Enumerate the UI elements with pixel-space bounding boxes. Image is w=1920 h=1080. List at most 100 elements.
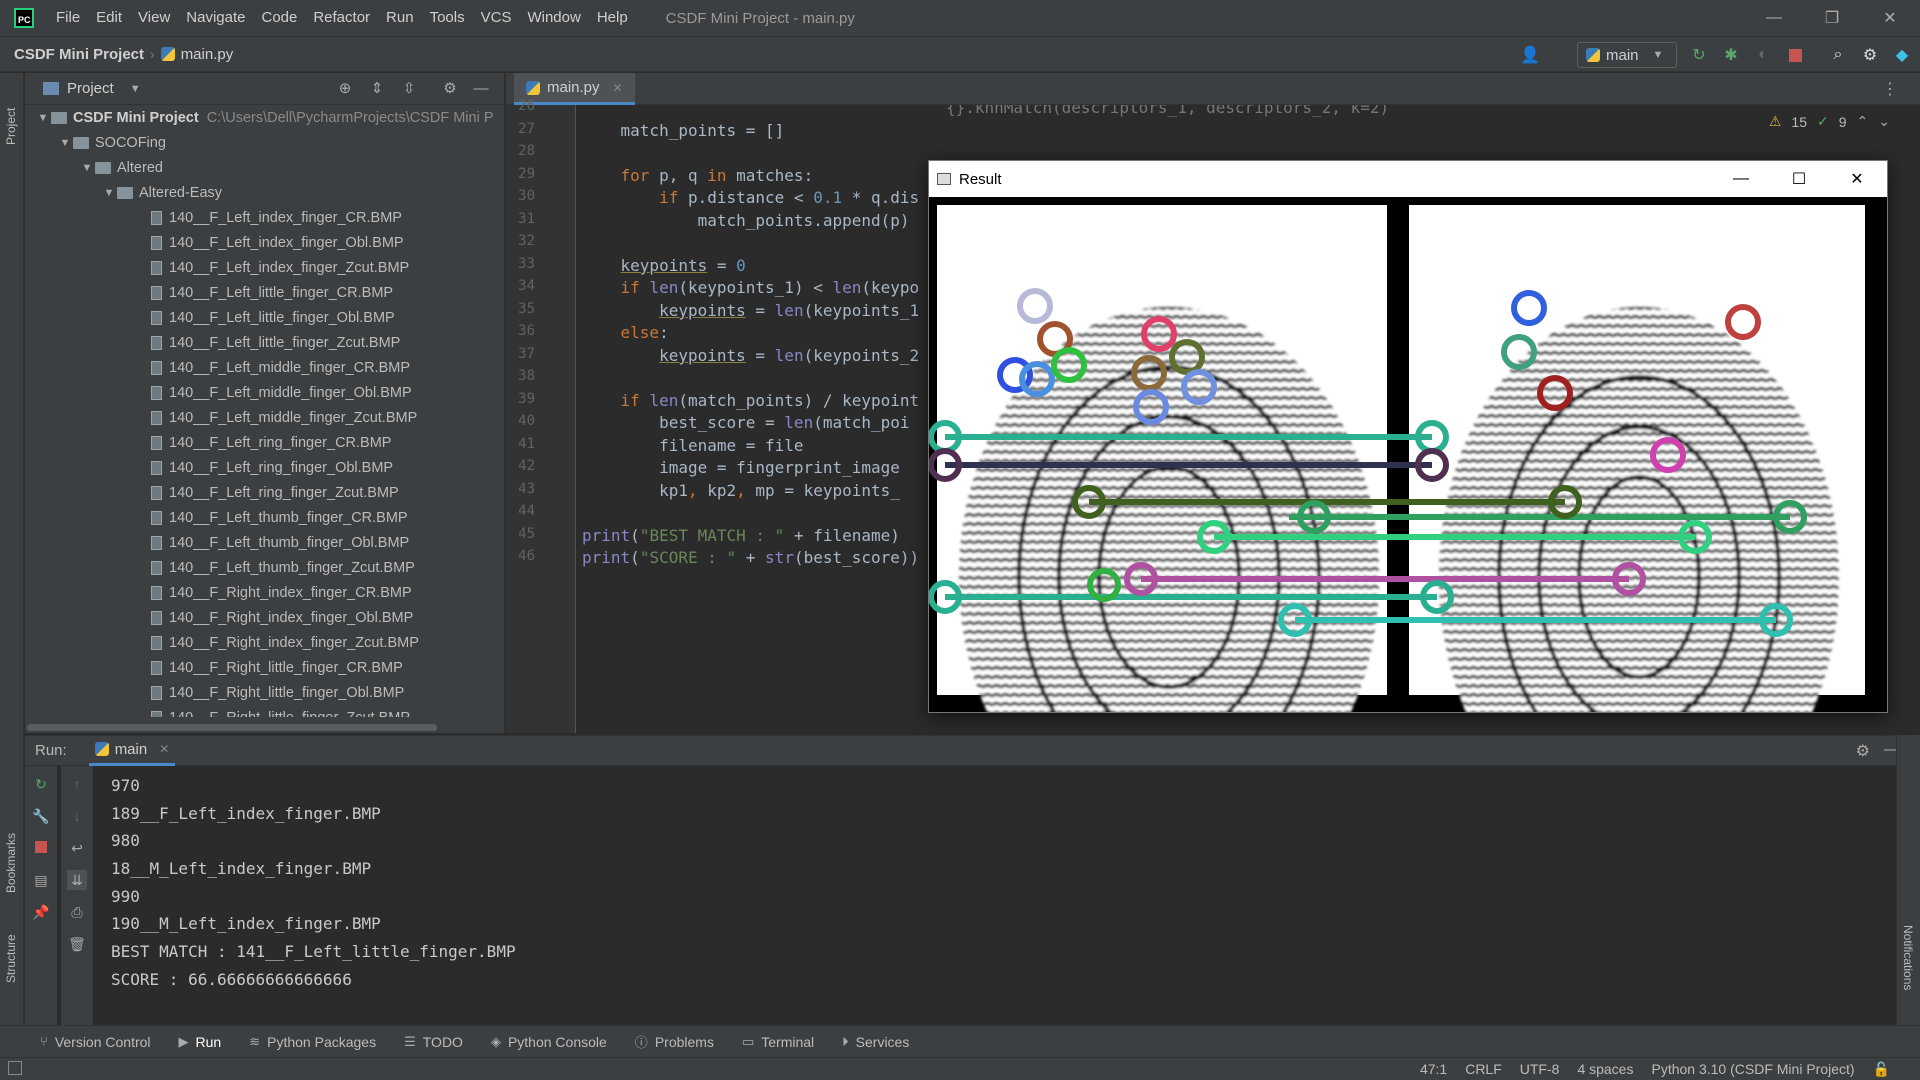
tree-file[interactable]: 140__F_Right_index_finger_Zcut.BMP (25, 630, 503, 655)
tool-tab-run[interactable]: ▶ Run (179, 1034, 222, 1050)
close-tab-icon[interactable]: ✕ (159, 742, 169, 756)
arrow-down-icon[interactable]: ↓ (67, 806, 87, 826)
tree-file[interactable]: 140__F_Left_thumb_finger_CR.BMP (25, 505, 503, 530)
gear-icon[interactable]: ⚙ (1856, 741, 1870, 761)
project-view-select[interactable]: Project ▼ (43, 80, 141, 97)
tree-file[interactable]: 140__F_Right_little_finger_Zcut.BMP (25, 705, 503, 717)
tree-file[interactable]: 140__F_Left_thumb_finger_Obl.BMP (25, 530, 503, 555)
menu-refactor[interactable]: Refactor (305, 0, 378, 36)
menu-edit[interactable]: Edit (88, 0, 130, 36)
collapse-all-icon[interactable]: ⇳ (399, 79, 419, 99)
print-icon[interactable]: ⎙ (67, 902, 87, 922)
tool-tab-terminal[interactable]: ▭ Terminal (742, 1034, 814, 1050)
tree-file[interactable]: 140__F_Left_index_finger_CR.BMP (25, 205, 503, 230)
layout-icon[interactable]: ▤ (31, 870, 51, 890)
run-tab-main[interactable]: main ✕ (88, 736, 176, 766)
tool-tab-version-control[interactable]: ⑂ Version Control (40, 1034, 151, 1050)
close-tab-icon[interactable]: ✕ (613, 81, 623, 95)
settings-icon[interactable]: ⚙ (1860, 45, 1880, 65)
menu-code[interactable]: Code (253, 0, 305, 36)
menu-tools[interactable]: Tools (422, 0, 473, 36)
menu-view[interactable]: View (130, 0, 178, 36)
scroll-to-end-icon[interactable]: ⇊ (67, 870, 87, 890)
jetbrains-toolbox-icon[interactable]: ◆ (1892, 45, 1912, 65)
restore-icon[interactable]: ❐ (1803, 0, 1861, 36)
inspection-widget[interactable]: ⚠ 15 ✓ 9 ⌃ ⌄ (1769, 113, 1890, 130)
tree-file[interactable]: 140__F_Left_middle_finger_Zcut.BMP (25, 405, 503, 430)
locate-icon[interactable]: ⊕ (335, 79, 355, 99)
menu-vcs[interactable]: VCS (473, 0, 520, 36)
tree-file[interactable]: 140__F_Left_middle_finger_CR.BMP (25, 355, 503, 380)
status-caret-position[interactable]: 47:1 (1420, 1061, 1447, 1077)
stop-icon[interactable] (1785, 45, 1805, 65)
arrow-up-icon[interactable]: ↑ (67, 774, 87, 794)
project-tool-label[interactable]: Project (4, 108, 18, 145)
search-icon[interactable]: ⌕ (1828, 45, 1848, 65)
structure-tool-label[interactable]: Structure (4, 934, 18, 983)
tool-tab-python-console[interactable]: ◈ Python Console (491, 1034, 607, 1050)
horizontal-scrollbar[interactable] (27, 724, 437, 731)
tree-root[interactable]: ▼ CSDF Mini Project C:\Users\Dell\Pychar… (25, 105, 503, 130)
minimize-icon[interactable]: — (1712, 161, 1770, 197)
menu-file[interactable]: File (48, 0, 88, 36)
tree-file[interactable]: 140__F_Left_middle_finger_Obl.BMP (25, 380, 503, 405)
tree-file[interactable]: 140__F_Left_little_finger_Obl.BMP (25, 305, 503, 330)
maximize-icon[interactable]: ☐ (1770, 161, 1828, 197)
tree-file[interactable]: 140__F_Right_little_finger_Obl.BMP (25, 680, 503, 705)
result-window[interactable]: Result — ☐ ✕ (928, 160, 1888, 713)
status-interpreter[interactable]: Python 3.10 (CSDF Mini Project) (1651, 1061, 1854, 1077)
tree-file[interactable]: 140__F_Right_index_finger_Obl.BMP (25, 605, 503, 630)
pin-icon[interactable]: 📌 (31, 902, 51, 922)
tool-tab-problems[interactable]: ⓘ Problems (635, 1032, 714, 1051)
status-indent[interactable]: 4 spaces (1577, 1061, 1633, 1077)
wrench-icon[interactable]: 🔧 (31, 806, 51, 826)
minimize-icon[interactable]: — (1745, 0, 1803, 36)
breadcrumb-file[interactable]: main.py (160, 46, 233, 63)
tree-folder[interactable]: ▼ Altered-Easy (25, 180, 503, 205)
gear-icon[interactable]: ⚙ (440, 79, 460, 99)
tree-file[interactable]: 140__F_Left_index_finger_Obl.BMP (25, 230, 503, 255)
tool-tab-python-packages[interactable]: ≋ Python Packages (249, 1034, 376, 1050)
tree-file[interactable]: 140__F_Right_little_finger_CR.BMP (25, 655, 503, 680)
tree-file[interactable]: 140__F_Left_ring_finger_CR.BMP (25, 430, 503, 455)
menu-run[interactable]: Run (378, 0, 422, 36)
rerun-icon[interactable]: ↻ (1689, 45, 1709, 65)
status-line-separator[interactable]: CRLF (1465, 1061, 1502, 1077)
tree-folder[interactable]: ▼ Altered (25, 155, 503, 180)
stop-icon[interactable] (31, 838, 51, 858)
chevron-down-icon[interactable]: ⌄ (1878, 113, 1890, 130)
bookmarks-tool-label[interactable]: Bookmarks (4, 833, 18, 893)
hide-panel-icon[interactable]: — (471, 79, 491, 99)
tool-tab-services[interactable]: ⏵ Services (842, 1034, 909, 1050)
lock-icon[interactable]: 🔓 (1873, 1061, 1890, 1078)
tree-folder[interactable]: ▼ SOCOFing (25, 130, 503, 155)
panel-toggle-icon[interactable] (8, 1061, 22, 1075)
expand-all-icon[interactable]: ⇕ (367, 79, 387, 99)
menu-navigate[interactable]: Navigate (178, 0, 253, 36)
tree-file[interactable]: 140__F_Left_thumb_finger_Zcut.BMP (25, 555, 503, 580)
breadcrumb-project[interactable]: CSDF Mini Project (14, 46, 144, 63)
menu-help[interactable]: Help (589, 0, 636, 36)
run-configuration-select[interactable]: main ▼ (1577, 42, 1677, 68)
trash-icon[interactable]: 🗑 (67, 934, 87, 954)
more-icon[interactable]: ⋮ (1882, 79, 1898, 99)
status-encoding[interactable]: UTF-8 (1520, 1061, 1560, 1077)
user-icon[interactable]: 👤 (1520, 45, 1540, 65)
rerun-icon[interactable]: ↻ (31, 774, 51, 794)
close-icon[interactable]: ✕ (1828, 161, 1886, 197)
tree-file[interactable]: 140__F_Left_little_finger_CR.BMP (25, 280, 503, 305)
console-output[interactable]: 970 189__F_Left_index_finger.BMP 980 18_… (111, 772, 516, 994)
tool-tab-todo[interactable]: ☰ TODO (404, 1034, 463, 1050)
coverage-icon[interactable]: ◐ (1753, 45, 1773, 65)
menu-window[interactable]: Window (519, 0, 588, 36)
tree-file[interactable]: 140__F_Left_ring_finger_Zcut.BMP (25, 480, 503, 505)
notifications-tool-label[interactable]: Notifications (1901, 925, 1915, 990)
result-titlebar[interactable]: Result — ☐ ✕ (929, 161, 1887, 197)
debug-icon[interactable]: ✱ (1721, 45, 1741, 65)
chevron-up-icon[interactable]: ⌃ (1857, 113, 1869, 130)
close-icon[interactable]: ✕ (1861, 0, 1919, 36)
tree-file[interactable]: 140__F_Left_ring_finger_Obl.BMP (25, 455, 503, 480)
tree-file[interactable]: 140__F_Right_index_finger_CR.BMP (25, 580, 503, 605)
tree-file[interactable]: 140__F_Left_index_finger_Zcut.BMP (25, 255, 503, 280)
soft-wrap-icon[interactable]: ↩ (67, 838, 87, 858)
